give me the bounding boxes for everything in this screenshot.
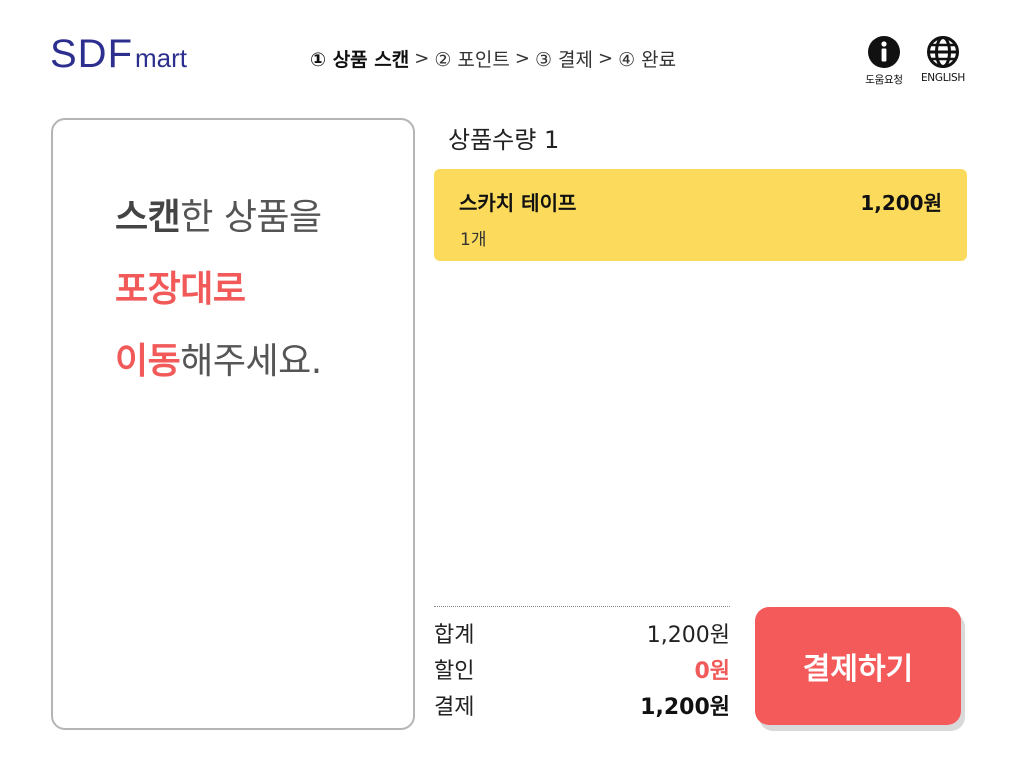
globe-icon xyxy=(927,36,959,68)
english-label: ENGLISH xyxy=(920,72,966,84)
step-scan: ① 상품 스캔 xyxy=(310,49,410,71)
item-quantity-label: 상품수량 1 xyxy=(448,126,560,154)
help-button[interactable]: 도움요청 xyxy=(858,35,910,87)
help-label: 도움요청 xyxy=(865,74,903,86)
cart-item[interactable]: 스카치 테이프 1개 1,200원 xyxy=(434,169,967,261)
step-payment: ③ 결제 xyxy=(534,49,593,71)
summary-divider xyxy=(434,606,730,607)
summary-total-row: 합계 1,200원 xyxy=(434,618,730,648)
instruction-line-1: 스캔한 상품을 xyxy=(115,188,322,240)
step-separator: > xyxy=(598,48,614,69)
instruction-scan: 스캔 xyxy=(115,197,181,238)
summary-pay-row: 결제 1,200원 xyxy=(434,690,730,720)
summary-discount-row: 할인 0원 xyxy=(434,654,730,684)
progress-steps: ① 상품 스캔 > ② 포인트 > ③ 결제 > ④ 완료 xyxy=(310,45,676,72)
english-button[interactable]: ENGLISH xyxy=(914,35,972,84)
discount-value: 0원 xyxy=(694,659,730,684)
total-label: 합계 xyxy=(434,623,475,648)
total-value: 1,200원 xyxy=(646,623,730,648)
instruction-scan-rest: 한 상품을 xyxy=(180,197,322,238)
cart-item-name: 스카치 테이프 xyxy=(459,191,577,215)
logo: SDFmart xyxy=(50,32,187,77)
instruction-line-2: 포장대로 xyxy=(115,269,246,310)
cart-item-count: 1개 xyxy=(460,230,487,250)
step-complete: ④ 완료 xyxy=(618,49,677,71)
instruction-move-rest: 해주세요. xyxy=(180,341,322,382)
discount-label: 할인 xyxy=(434,659,475,684)
instruction-panel: 스캔한 상품을 포장대로 이동해주세요. xyxy=(51,118,415,730)
kiosk-screen: SDFmart ① 상품 스캔 > ② 포인트 > ③ 결제 > ④ 완료 도움… xyxy=(0,0,1024,768)
step-separator: > xyxy=(514,48,530,69)
pay-amount-value: 1,200원 xyxy=(640,695,730,720)
instruction-line-3: 이동해주세요. xyxy=(115,332,322,384)
logo-small: mart xyxy=(135,43,187,73)
instruction-move: 이동 xyxy=(115,341,181,382)
cart-item-price: 1,200원 xyxy=(860,191,942,215)
logo-big: SDF xyxy=(50,32,133,76)
step-points: ② 포인트 xyxy=(434,49,510,71)
checkout-button[interactable]: 결제하기 xyxy=(755,607,961,725)
pay-amount-label: 결제 xyxy=(434,695,475,720)
info-icon xyxy=(868,36,900,68)
step-separator: > xyxy=(414,48,430,69)
